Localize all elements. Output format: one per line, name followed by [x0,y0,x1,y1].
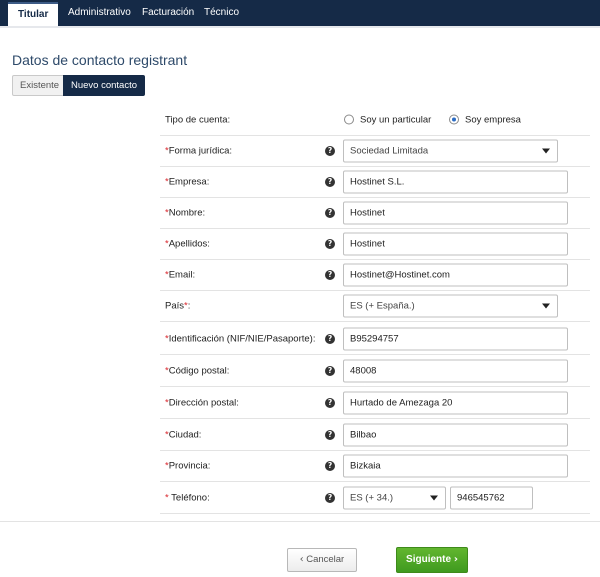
telefono-row: * Teléfono: ? ES (+ 34.) 946545762 [160,483,590,514]
radio-particular[interactable]: Soy un particular [344,115,431,126]
next-button-label: Siguiente [406,554,452,565]
cancel-button[interactable]: ‹ Cancelar [287,548,357,572]
empresa-row: *Empresa: ? Hostinet S.L. [160,167,590,198]
help-icon[interactable]: ? [325,208,335,218]
pais-row: País*: ES (+ España.) [160,291,590,322]
apellidos-input[interactable]: Hostinet [343,232,568,256]
provincia-input[interactable]: Bizkaia [343,454,568,478]
caret-down-icon [542,148,550,154]
help-icon[interactable]: ? [325,493,335,503]
ciudad-row: *Ciudad: ? Bilbao [160,420,590,451]
help-icon[interactable]: ? [325,146,335,156]
identificacion-label: *Identificación (NIF/NIE/Pasaporte): [165,333,316,345]
forma-juridica-value: Sociedad Limitada [350,145,429,157]
caret-down-icon [542,303,550,309]
empresa-label: *Empresa: [165,176,210,188]
telefono-input[interactable]: 946545762 [450,486,533,510]
tab-tecnico[interactable]: Técnico [204,0,239,26]
nombre-label: *Nombre: [165,207,206,219]
nombre-row: *Nombre: ? Hostinet [160,198,590,229]
codigo-postal-label: *Código postal: [165,365,230,377]
nav-divider [0,26,600,28]
telefono-prefix-value: ES (+ 34.) [350,492,394,504]
email-input[interactable]: Hostinet@Hostinet.com [343,263,568,287]
pais-label: País*: [165,300,191,312]
radio-circle-icon[interactable] [344,114,354,125]
nombre-input[interactable]: Hostinet [343,201,568,225]
caret-down-icon [430,495,438,501]
tab-titular[interactable]: Titular [8,2,59,26]
top-nav-bar: Titular Administrativo Facturación Técni… [0,0,600,26]
account-type-row: Tipo de cuenta: Soy un particular Soy em… [160,105,590,136]
tab-facturacion[interactable]: Facturación [142,0,194,26]
ciudad-input[interactable]: Bilbao [343,423,568,447]
existing-contact-toggle[interactable]: Existente [12,75,68,96]
email-row: *Email: ? Hostinet@Hostinet.com [160,260,590,291]
pais-value: ES (+ España.) [350,300,415,312]
account-type-label: Tipo de cuenta: [165,114,231,126]
help-icon[interactable]: ? [325,270,335,280]
forma-juridica-row: *Forma jurídica: ? Sociedad Limitada [160,136,590,167]
direccion-row: *Dirección postal: ? Hurtado de Amezaga … [160,388,590,419]
chevron-right-icon: › [453,554,458,565]
radio-empresa-label: Soy empresa [465,114,521,126]
page-title: Datos de contacto registrant [12,52,188,68]
direccion-label: *Dirección postal: [165,397,239,409]
pais-select[interactable]: ES (+ España.) [343,294,558,318]
radio-selected-icon[interactable] [449,114,459,125]
empresa-input[interactable]: Hostinet S.L. [343,170,568,194]
identificacion-input[interactable]: B95294757 [343,327,568,351]
help-icon[interactable]: ? [325,334,335,344]
provincia-row: *Provincia: ? Bizkaia [160,451,590,482]
codigo-postal-row: *Código postal: ? 48008 [160,356,590,387]
direccion-input[interactable]: Hurtado de Amezaga 20 [343,391,568,415]
forma-juridica-label: *Forma jurídica: [165,145,233,157]
help-icon[interactable]: ? [325,430,335,440]
chevron-left-icon: ‹ [299,554,304,565]
telefono-label: * Teléfono: [165,492,210,504]
next-button[interactable]: Siguiente › [396,547,468,573]
help-icon[interactable]: ? [325,366,335,376]
email-label: *Email: [165,269,196,281]
ciudad-label: *Ciudad: [165,429,202,441]
apellidos-row: *Apellidos: ? Hostinet [160,229,590,260]
help-icon[interactable]: ? [325,461,335,471]
forma-juridica-select[interactable]: Sociedad Limitada [343,139,558,163]
form-divider [0,521,600,522]
new-contact-toggle[interactable]: Nuevo contacto [63,75,146,96]
cancel-button-label: Cancelar [306,554,345,565]
apellidos-label: *Apellidos: [165,238,210,250]
telefono-prefix-select[interactable]: ES (+ 34.) [343,486,446,510]
provincia-label: *Provincia: [165,460,211,472]
radio-empresa[interactable]: Soy empresa [449,115,521,126]
help-icon[interactable]: ? [325,398,335,408]
tab-administrativo[interactable]: Administrativo [68,0,131,26]
codigo-postal-input[interactable]: 48008 [343,359,568,383]
help-icon[interactable]: ? [325,177,335,187]
radio-particular-label: Soy un particular [360,114,432,126]
help-icon[interactable]: ? [325,239,335,249]
identificacion-row: *Identificación (NIF/NIE/Pasaporte): ? B… [160,324,590,355]
